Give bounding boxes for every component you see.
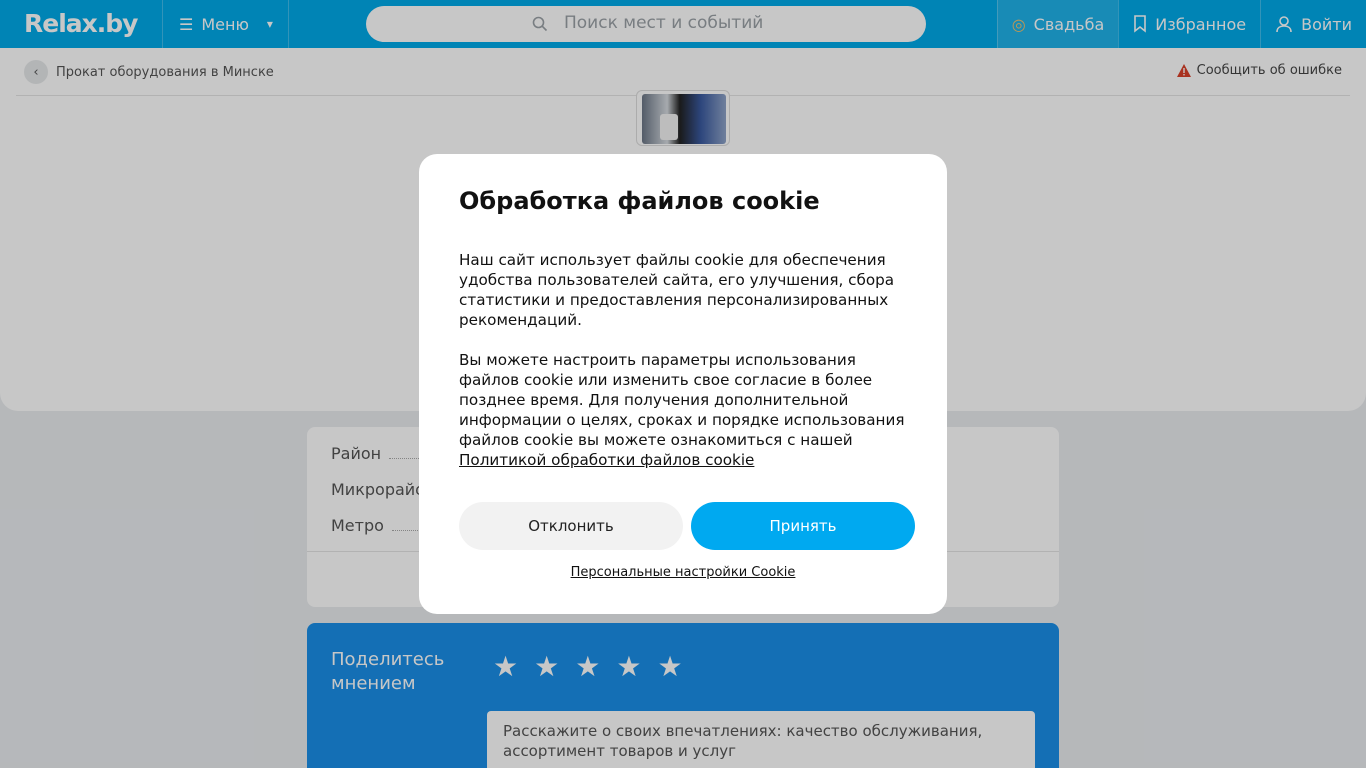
cookie-paragraph-1: Наш сайт использует файлы cookie для обе… [459, 251, 895, 329]
cookie-policy-link[interactable]: Политикой обработки файлов cookie [459, 451, 754, 469]
cookie-buttons: Отклонить Принять [459, 502, 915, 550]
personal-settings-link[interactable]: Персональные настройки Cookie [419, 565, 947, 580]
cookie-modal: Обработка файлов cookie Наш сайт использ… [419, 154, 947, 614]
decline-button[interactable]: Отклонить [459, 502, 683, 550]
cookie-paragraph-2: Вы можете настроить параметры использова… [459, 350, 909, 470]
accept-button[interactable]: Принять [691, 502, 915, 550]
cookie-paragraph-2-text: Вы можете настроить параметры использова… [459, 351, 905, 449]
cookie-title: Обработка файлов cookie [459, 187, 820, 215]
